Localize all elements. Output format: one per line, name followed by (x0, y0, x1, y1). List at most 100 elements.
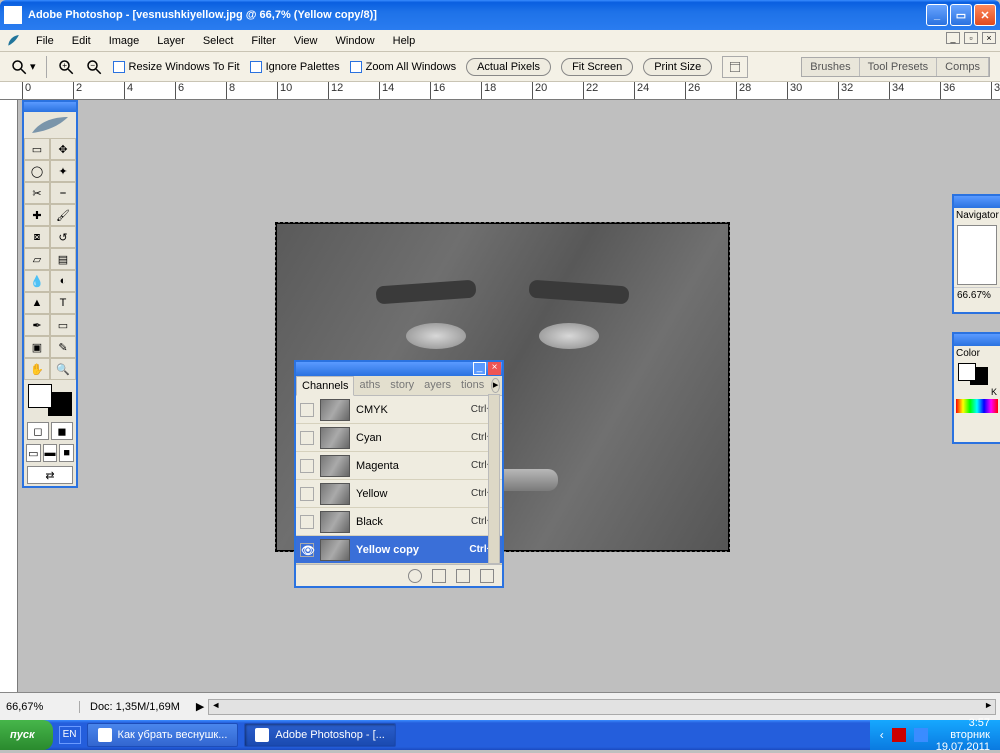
notes-tool[interactable]: ▣ (24, 336, 50, 358)
history-brush-tool[interactable]: ↺ (50, 226, 76, 248)
save-selection-icon[interactable] (432, 569, 446, 583)
pen-tool[interactable]: ✒ (24, 314, 50, 336)
path-select-tool[interactable]: ▲ (24, 292, 50, 314)
toolbox-titlebar[interactable] (24, 102, 76, 112)
crop-tool[interactable]: ✂ (24, 182, 50, 204)
visibility-toggle[interactable]: 👁 (300, 543, 314, 557)
palette-well-icon[interactable] (722, 56, 748, 78)
taskbar-task[interactable]: Adobe Photoshop - [... (244, 723, 395, 747)
channels-panel-titlebar[interactable]: _ × (296, 362, 502, 376)
fit-screen-button[interactable]: Fit Screen (561, 58, 633, 76)
brush-tool[interactable]: 🖌 (50, 204, 76, 226)
zoom-tool[interactable]: 🔍 (50, 358, 76, 380)
maximize-button[interactable]: ▭ (950, 4, 972, 26)
color-titlebar[interactable] (954, 334, 1000, 346)
tray-icon[interactable] (892, 728, 906, 742)
healing-tool[interactable]: ✚ (24, 204, 50, 226)
panel-minimize-button[interactable]: _ (473, 362, 486, 375)
visibility-toggle[interactable] (300, 515, 314, 529)
tab-channels[interactable]: Channels (296, 376, 354, 396)
screen-full-menu[interactable]: ▬ (43, 444, 58, 462)
new-channel-icon[interactable] (456, 569, 470, 583)
gradient-tool[interactable]: ▤ (50, 248, 76, 270)
zoom-out-icon[interactable]: − (85, 58, 103, 76)
visibility-toggle[interactable] (300, 487, 314, 501)
trash-icon[interactable] (480, 569, 494, 583)
mdi-close[interactable]: × (982, 32, 996, 44)
marquee-tool[interactable]: ▭ (24, 138, 50, 160)
move-tool[interactable]: ✥ (50, 138, 76, 160)
status-menu-arrow[interactable]: ▶ (196, 700, 204, 713)
menu-select[interactable]: Select (195, 33, 242, 49)
print-size-button[interactable]: Print Size (643, 58, 712, 76)
type-tool[interactable]: T (50, 292, 76, 314)
channel-row[interactable]: CMYK Ctrl+~ (296, 396, 502, 424)
menu-window[interactable]: Window (328, 33, 383, 49)
mdi-minimize[interactable]: _ (946, 32, 960, 44)
eyedropper-tool[interactable]: ✎ (50, 336, 76, 358)
menu-help[interactable]: Help (385, 33, 424, 49)
dodge-tool[interactable]: ◐ (50, 270, 76, 292)
channel-row[interactable]: Cyan Ctrl+1 (296, 424, 502, 452)
dock-tab-tool-presets[interactable]: Tool Presets (860, 58, 938, 76)
quickmask-mode[interactable]: ◼ (51, 422, 73, 440)
jump-to-imageready[interactable]: ⇄ (27, 466, 73, 484)
wand-tool[interactable]: ✦ (50, 160, 76, 182)
channel-row[interactable]: Black Ctrl+4 (296, 508, 502, 536)
start-button[interactable]: пуск (0, 720, 53, 750)
zoom-all-checkbox[interactable]: Zoom All Windows (350, 61, 456, 73)
lasso-tool[interactable]: ◯ (24, 160, 50, 182)
tray-expand-icon[interactable]: ‹ (880, 728, 884, 742)
mdi-restore[interactable]: ▫ (964, 32, 978, 44)
dock-tab-brushes[interactable]: Brushes (802, 58, 859, 76)
taskbar-task[interactable]: Как убрать веснушк... (87, 723, 239, 747)
tab-actions[interactable]: tions (456, 376, 489, 395)
zoom-in-icon[interactable]: + (57, 58, 75, 76)
screen-full[interactable]: ■ (59, 444, 74, 462)
close-button[interactable]: ✕ (974, 4, 996, 26)
actual-pixels-button[interactable]: Actual Pixels (466, 58, 551, 76)
minimize-button[interactable]: _ (926, 4, 948, 26)
color-spectrum[interactable] (956, 399, 998, 413)
panel-scrollbar[interactable] (488, 394, 500, 564)
status-zoom[interactable]: 66,67% (0, 701, 80, 713)
shape-tool[interactable]: ▭ (50, 314, 76, 336)
panel-close-button[interactable]: × (488, 362, 501, 375)
hand-tool[interactable]: ✋ (24, 358, 50, 380)
visibility-toggle[interactable] (300, 403, 314, 417)
tray-icon[interactable] (914, 728, 928, 742)
visibility-toggle[interactable] (300, 459, 314, 473)
menu-layer[interactable]: Layer (149, 33, 193, 49)
navigator-titlebar[interactable] (954, 196, 1000, 208)
blur-tool[interactable]: 💧 (24, 270, 50, 292)
load-selection-icon[interactable] (408, 569, 422, 583)
resize-windows-checkbox[interactable]: Resize Windows To Fit (113, 61, 240, 73)
dock-tab-comps[interactable]: Comps (937, 58, 989, 76)
navigator-zoom[interactable]: 66.67% (954, 287, 1000, 303)
horizontal-scrollbar[interactable] (208, 699, 996, 715)
menu-edit[interactable]: Edit (64, 33, 99, 49)
tab-layers[interactable]: ayers (419, 376, 456, 395)
panel-menu-button[interactable]: ▸ (491, 378, 500, 393)
channel-row[interactable]: Magenta Ctrl+2 (296, 452, 502, 480)
taskbar-clock[interactable]: 3:57 вторник 19.07.2011 (936, 717, 990, 753)
tab-history[interactable]: story (385, 376, 419, 395)
channel-row[interactable]: Yellow Ctrl+3 (296, 480, 502, 508)
menu-filter[interactable]: Filter (243, 33, 283, 49)
color-swatches[interactable] (28, 384, 72, 416)
tab-paths[interactable]: aths (354, 376, 385, 395)
menu-view[interactable]: View (286, 33, 326, 49)
navigator-preview[interactable] (957, 225, 997, 285)
color-swatch[interactable] (958, 363, 988, 385)
standard-mode[interactable]: ◻ (27, 422, 49, 440)
language-indicator[interactable]: EN (59, 726, 81, 744)
screen-standard[interactable]: ▭ (26, 444, 41, 462)
menu-image[interactable]: Image (101, 33, 148, 49)
slice-tool[interactable]: ⎯ (50, 182, 76, 204)
visibility-toggle[interactable] (300, 431, 314, 445)
menu-file[interactable]: File (28, 33, 62, 49)
ignore-palettes-checkbox[interactable]: Ignore Palettes (250, 61, 340, 73)
eraser-tool[interactable]: ▱ (24, 248, 50, 270)
channel-row[interactable]: 👁 Yellow copy Ctrl+5 (296, 536, 502, 564)
stamp-tool[interactable]: ⧇ (24, 226, 50, 248)
